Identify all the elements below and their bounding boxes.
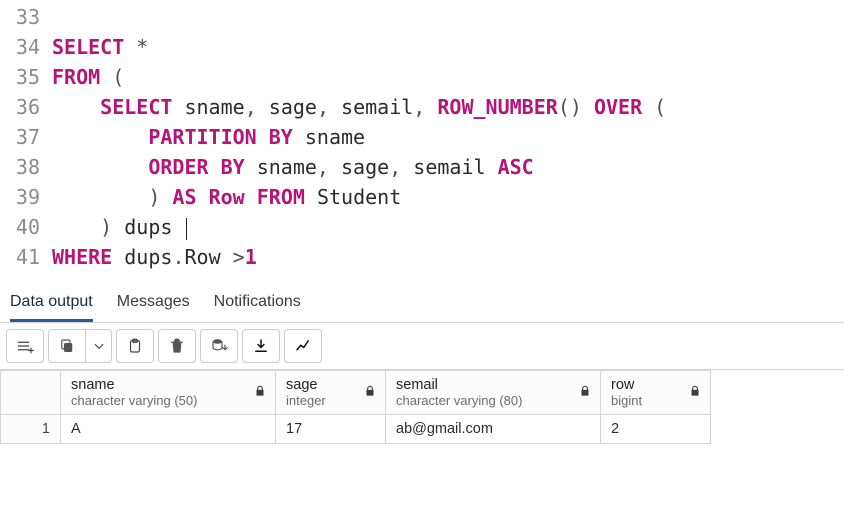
lock-icon [363, 384, 377, 402]
line-number: 39 [0, 182, 40, 212]
table-corner [1, 371, 61, 415]
column-header-sname[interactable]: sname character varying (50) [61, 371, 276, 415]
text-cursor [186, 218, 187, 240]
line-number: 40 [0, 212, 40, 242]
code-line[interactable] [52, 2, 844, 32]
line-number: 35 [0, 62, 40, 92]
line-number: 41 [0, 242, 40, 272]
lock-icon [578, 384, 592, 402]
line-number: 33 [0, 2, 40, 32]
copy-dropdown-button[interactable] [86, 329, 112, 363]
cell[interactable]: 17 [276, 415, 386, 444]
row-number-cell[interactable]: 1 [1, 415, 61, 444]
code-line[interactable]: SELECT sname, sage, semail, ROW_NUMBER()… [52, 92, 844, 122]
line-number: 37 [0, 122, 40, 152]
code-line[interactable]: FROM ( [52, 62, 844, 92]
table-row[interactable]: 1A17ab@gmail.com2 [1, 415, 711, 444]
tab-messages[interactable]: Messages [117, 289, 190, 322]
delete-button[interactable] [158, 329, 196, 363]
graph-button[interactable] [284, 329, 322, 363]
lock-icon [253, 384, 267, 402]
sql-editor[interactable]: 333435363738394041 SELECT *FROM ( SELECT… [0, 0, 844, 272]
lock-icon [688, 384, 702, 402]
column-header-row[interactable]: row bigint [601, 371, 711, 415]
column-header-sage[interactable]: sage integer [276, 371, 386, 415]
cell[interactable]: A [61, 415, 276, 444]
column-header-semail[interactable]: semail character varying (80) [386, 371, 601, 415]
cell[interactable]: ab@gmail.com [386, 415, 601, 444]
results-tabs: Data output Messages Notifications [0, 280, 844, 322]
code-line[interactable]: PARTITION BY sname [52, 122, 844, 152]
add-row-button[interactable] [6, 329, 44, 363]
cell[interactable]: 2 [601, 415, 711, 444]
results-table[interactable]: sname character varying (50) sage intege… [0, 370, 711, 444]
results-toolbar [0, 322, 844, 370]
line-number: 36 [0, 92, 40, 122]
code-line[interactable]: ) dups [52, 212, 844, 242]
line-number: 34 [0, 32, 40, 62]
save-data-button[interactable] [200, 329, 238, 363]
tab-notifications[interactable]: Notifications [214, 289, 301, 322]
line-number: 38 [0, 152, 40, 182]
editor-code[interactable]: SELECT *FROM ( SELECT sname, sage, semai… [52, 2, 844, 272]
code-line[interactable]: WHERE dups.Row >1 [52, 242, 844, 272]
code-line[interactable]: ORDER BY sname, sage, semail ASC [52, 152, 844, 182]
copy-button[interactable] [48, 329, 86, 363]
code-line[interactable]: SELECT * [52, 32, 844, 62]
paste-button[interactable] [116, 329, 154, 363]
code-line[interactable]: ) AS Row FROM Student [52, 182, 844, 212]
download-button[interactable] [242, 329, 280, 363]
editor-gutter: 333435363738394041 [0, 2, 52, 272]
tab-data-output[interactable]: Data output [10, 289, 93, 322]
